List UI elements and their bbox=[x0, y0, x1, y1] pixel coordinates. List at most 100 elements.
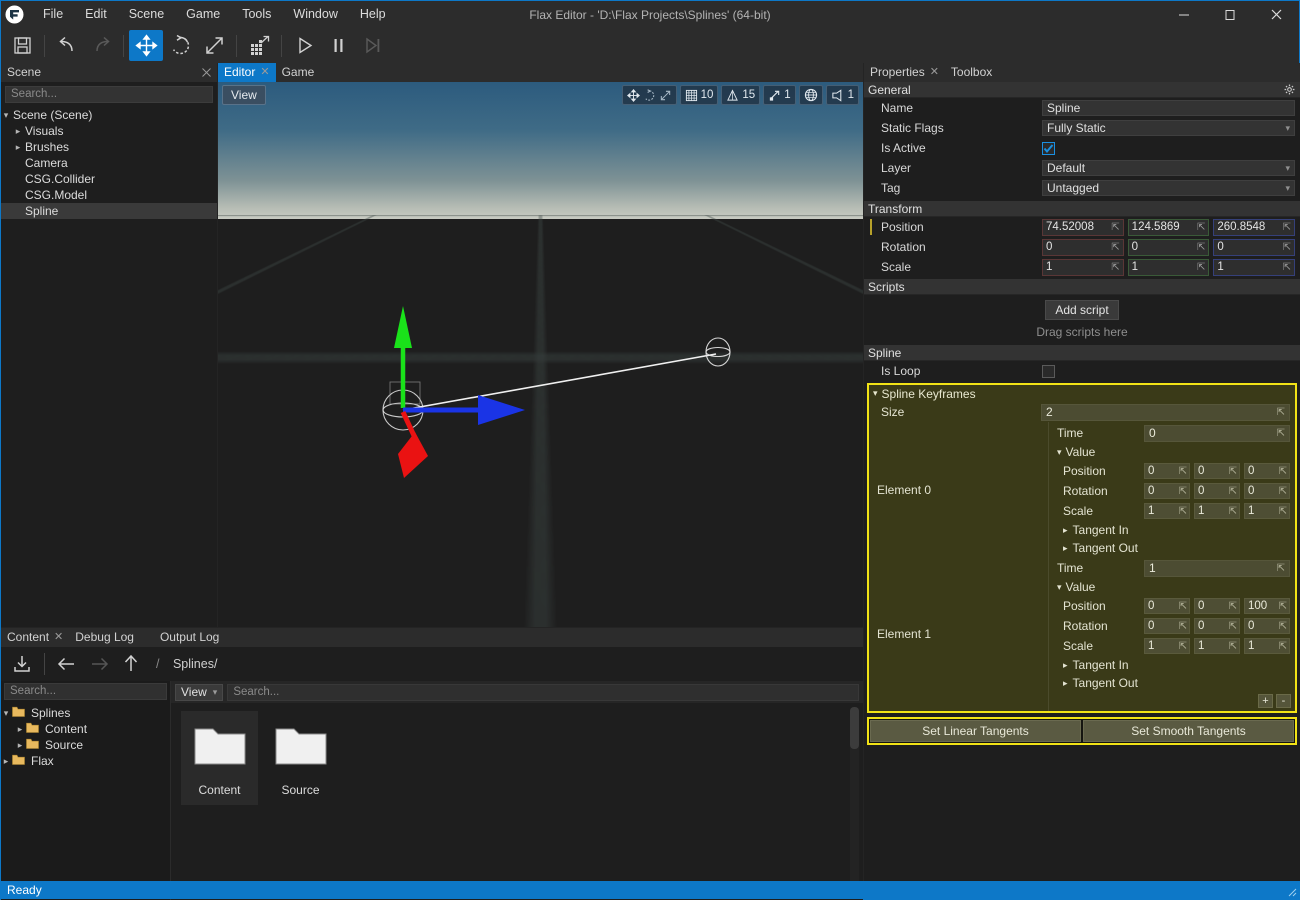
slider-icon[interactable]: ⇱ bbox=[1279, 506, 1287, 517]
element-0-position-z[interactable]: 0 ⇱ bbox=[1244, 463, 1290, 479]
scale-x-input[interactable]: 1 ⇱ bbox=[1042, 258, 1124, 276]
slider-icon[interactable]: ⇱ bbox=[1279, 641, 1287, 652]
element-0-position-y[interactable]: 0 ⇱ bbox=[1194, 463, 1240, 479]
grid-snap-group[interactable]: 10 bbox=[679, 85, 719, 105]
chevron-right-icon[interactable]: ▸ bbox=[15, 740, 25, 751]
element-0-scale-x[interactable]: 1 ⇱ bbox=[1144, 503, 1190, 519]
resize-grip-icon[interactable] bbox=[1285, 885, 1297, 897]
slider-icon[interactable]: ⇱ bbox=[1197, 262, 1205, 273]
element-1-scale-y[interactable]: 1 ⇱ bbox=[1194, 638, 1240, 654]
element-1-rotation-y[interactable]: 0 ⇱ bbox=[1194, 618, 1240, 634]
tab-properties[interactable]: Properties ✕ bbox=[864, 63, 945, 82]
chevron-down-icon[interactable]: ▾ bbox=[873, 388, 878, 399]
slider-icon[interactable]: ⇱ bbox=[1229, 601, 1237, 612]
slider-icon[interactable]: ⇱ bbox=[1229, 486, 1237, 497]
transform-section-header[interactable]: Transform bbox=[864, 201, 1300, 217]
slider-icon[interactable]: ⇱ bbox=[1197, 222, 1205, 233]
scale-gizmo-button[interactable] bbox=[197, 30, 231, 61]
element-0-rotation-y[interactable]: 0 ⇱ bbox=[1194, 483, 1240, 499]
spline-section-header[interactable]: Spline bbox=[864, 345, 1300, 361]
tab-content[interactable]: Content ✕ bbox=[1, 628, 69, 647]
spline-keyframes-header[interactable]: ▾ Spline Keyframes bbox=[869, 385, 1295, 402]
snap-grid-button[interactable] bbox=[242, 30, 276, 61]
gear-icon[interactable] bbox=[1284, 84, 1295, 98]
save-button[interactable] bbox=[5, 30, 39, 61]
breadcrumb-path[interactable]: Splines/ bbox=[173, 657, 217, 671]
slider-icon[interactable]: ⇱ bbox=[1279, 601, 1287, 612]
slider-icon[interactable]: ⇱ bbox=[1229, 641, 1237, 652]
folder-item-flax[interactable]: ▸ Flax bbox=[1, 753, 170, 769]
gizmo-mode-group[interactable] bbox=[621, 85, 677, 105]
slider-icon[interactable]: ⇱ bbox=[1179, 466, 1187, 477]
content-scrollbar[interactable] bbox=[850, 707, 859, 897]
chevron-right-icon[interactable]: ▸ bbox=[1063, 543, 1068, 554]
scale-snap-group[interactable]: 1 bbox=[763, 85, 796, 105]
tree-item-brushes[interactable]: ▸ Brushes bbox=[1, 139, 217, 155]
general-section-header[interactable]: General bbox=[864, 82, 1300, 98]
rotation-x-input[interactable]: 0 ⇱ bbox=[1042, 238, 1124, 256]
chevron-down-icon[interactable]: ▾ bbox=[1, 708, 11, 719]
slider-icon[interactable]: ⇱ bbox=[1197, 242, 1205, 253]
chevron-right-icon[interactable]: ▸ bbox=[1, 756, 11, 767]
element-1-position-z[interactable]: 100 ⇱ bbox=[1244, 598, 1290, 614]
tree-item-csg-model[interactable]: CSG.Model bbox=[1, 187, 217, 203]
element-0-scale-z[interactable]: 1 ⇱ bbox=[1244, 503, 1290, 519]
element-1-rotation-z[interactable]: 0 ⇱ bbox=[1244, 618, 1290, 634]
slider-icon[interactable]: ⇱ bbox=[1179, 621, 1187, 632]
tab-toolbox[interactable]: Toolbox bbox=[945, 63, 998, 82]
element-1-scale-x[interactable]: 1 ⇱ bbox=[1144, 638, 1190, 654]
chevron-right-icon[interactable]: ▸ bbox=[1063, 678, 1068, 689]
tree-item-visuals[interactable]: ▸ Visuals bbox=[1, 123, 217, 139]
close-icon[interactable]: ✕ bbox=[54, 628, 63, 647]
element-1-rotation-x[interactable]: 0 ⇱ bbox=[1144, 618, 1190, 634]
slider-icon[interactable]: ⇱ bbox=[1111, 242, 1119, 253]
add-keyframe-button[interactable]: + bbox=[1258, 694, 1273, 708]
tab-game[interactable]: Game bbox=[276, 63, 321, 82]
scale-z-input[interactable]: 1 ⇱ bbox=[1213, 258, 1296, 276]
angle-snap-group[interactable]: 15 bbox=[721, 85, 761, 105]
set-smooth-tangents-button[interactable]: Set Smooth Tangents bbox=[1083, 720, 1294, 742]
folder-item-content[interactable]: ▸ Content bbox=[1, 721, 170, 737]
chevron-down-icon[interactable]: ▾ bbox=[1, 110, 11, 121]
viewport-view-button[interactable]: View bbox=[222, 85, 266, 105]
scripts-section-header[interactable]: Scripts bbox=[864, 279, 1300, 295]
content-item-source[interactable]: Source bbox=[262, 711, 339, 805]
slider-icon[interactable]: ⇱ bbox=[1283, 262, 1291, 273]
close-button[interactable] bbox=[1253, 1, 1299, 28]
element-0-tangent-out-expander[interactable]: ▸ Tangent Out bbox=[1049, 539, 1295, 557]
position-y-input[interactable]: 124.5869 ⇱ bbox=[1127, 218, 1210, 236]
remove-keyframe-button[interactable]: - bbox=[1276, 694, 1291, 708]
slider-icon[interactable]: ⇱ bbox=[1283, 242, 1291, 253]
scene-search-input[interactable]: Search... bbox=[5, 86, 213, 103]
close-icon[interactable]: ✕ bbox=[260, 63, 269, 82]
add-script-button[interactable]: Add script bbox=[1045, 300, 1119, 320]
position-z-input[interactable]: 260.8548 ⇱ bbox=[1213, 218, 1296, 236]
navigate-back-button[interactable] bbox=[52, 650, 82, 678]
is-active-checkbox[interactable] bbox=[1042, 141, 1055, 155]
element-0-time-input[interactable]: 0 ⇱ bbox=[1144, 424, 1290, 442]
slider-icon[interactable]: ⇱ bbox=[1111, 222, 1119, 233]
chevron-right-icon[interactable]: ▸ bbox=[13, 142, 23, 153]
element-1-position-y[interactable]: 0 ⇱ bbox=[1194, 598, 1240, 614]
scene-tab-close-icon[interactable] bbox=[202, 66, 211, 80]
3d-viewport[interactable]: View 10 15 1 1 bbox=[218, 82, 863, 627]
set-linear-tangents-button[interactable]: Set Linear Tangents bbox=[870, 720, 1081, 742]
element-0-tangent-in-expander[interactable]: ▸ Tangent In bbox=[1049, 521, 1295, 539]
element-0-position-x[interactable]: 0 ⇱ bbox=[1144, 463, 1190, 479]
chevron-right-icon[interactable]: ▸ bbox=[13, 126, 23, 137]
name-input[interactable]: Spline bbox=[1042, 100, 1295, 116]
slider-icon[interactable]: ⇱ bbox=[1279, 486, 1287, 497]
element-1-value-expander[interactable]: ▾ Value bbox=[1049, 578, 1295, 596]
translate-gizmo-button[interactable] bbox=[129, 30, 163, 61]
view-dropdown[interactable]: View ▾ bbox=[175, 683, 224, 701]
slider-icon[interactable]: ⇱ bbox=[1179, 641, 1187, 652]
menu-help[interactable]: Help bbox=[349, 1, 397, 28]
chevron-down-icon[interactable]: ▾ bbox=[1057, 447, 1062, 458]
layer-dropdown[interactable]: Default ▾ bbox=[1042, 160, 1295, 176]
scripts-drop-area[interactable]: Add script Drag scripts here bbox=[864, 295, 1300, 345]
step-button[interactable] bbox=[355, 30, 389, 61]
slider-icon[interactable]: ⇱ bbox=[1229, 506, 1237, 517]
navigate-forward-button[interactable] bbox=[84, 650, 114, 678]
content-scrollbar-thumb[interactable] bbox=[850, 707, 859, 749]
close-icon[interactable]: ✕ bbox=[930, 63, 939, 82]
